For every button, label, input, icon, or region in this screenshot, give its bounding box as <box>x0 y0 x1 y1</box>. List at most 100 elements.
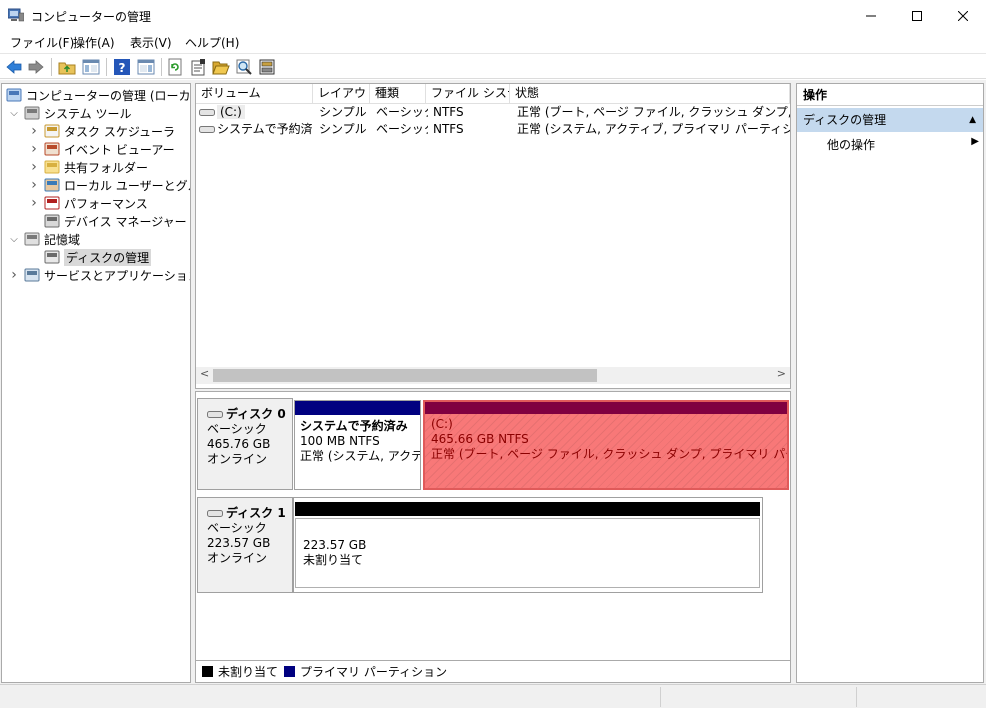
action-section-disk-management[interactable]: ディスクの管理 ▲ <box>797 108 983 132</box>
action-more-actions[interactable]: 他の操作 ▶ <box>827 136 979 153</box>
status-separator <box>660 687 661 707</box>
partition-body: システムで予約済み 100 MB NTFS 正常 (システム, アクティブ, プ… <box>295 415 420 468</box>
up-folder-icon[interactable] <box>58 58 76 76</box>
tree-item[interactable]: › 共有フォルダー <box>28 158 148 176</box>
partition-size: 223.57 GB <box>303 538 367 552</box>
tree-item[interactable]: › ローカル ユーザーとグループ <box>28 176 190 194</box>
properties-icon[interactable] <box>189 58 207 76</box>
maximize-button[interactable] <box>894 0 940 31</box>
tree-item[interactable]: ⌵ 記憶域 <box>8 230 80 248</box>
partition-title: システムで予約済み <box>300 419 408 433</box>
maximize-icon <box>912 10 922 21</box>
partition-c-drive[interactable]: (C:) 465.66 GB NTFS 正常 (ブート, ページ ファイル, ク… <box>423 400 789 490</box>
disk-status: オンライン <box>207 452 268 466</box>
show-hide-action-pane-icon[interactable] <box>137 58 155 76</box>
disk-name: ディスク 0 <box>226 407 286 421</box>
drive-icon <box>199 109 215 116</box>
horizontal-scrollbar[interactable]: < > <box>196 367 790 384</box>
disk-type: ベーシック <box>207 422 267 436</box>
services-apps-icon <box>24 268 40 282</box>
back-arrow-icon[interactable] <box>5 58 23 76</box>
chevron-down-icon[interactable]: ⌵ <box>8 234 20 245</box>
tree-item-label: タスク スケジューラ <box>64 124 175 139</box>
minimize-button[interactable] <box>848 0 894 31</box>
tree-item-label: サービスとアプリケーション <box>44 268 191 283</box>
tree-item[interactable]: › パフォーマンス <box>28 194 148 212</box>
filesystem-cell: NTFS <box>433 122 464 136</box>
legend: 未割り当て プライマリ パーティション <box>196 660 790 682</box>
volume-list: ボリューム レイアウト 種類 ファイル システム 状態 (C:) シンプル ベー… <box>195 83 791 389</box>
performance-icon <box>44 196 60 210</box>
tree-item[interactable]: コンピューターの管理 (ローカル) <box>6 86 190 104</box>
disk-settings-icon[interactable] <box>258 58 276 76</box>
menu-view[interactable]: 表示(V) <box>130 34 172 51</box>
menu-action[interactable]: 操作(A) <box>73 34 115 51</box>
minimize-icon <box>866 15 876 16</box>
shared-folders-icon <box>44 160 60 174</box>
column-header-type[interactable]: 種類 <box>370 84 426 104</box>
window-title: コンピューターの管理 <box>31 10 152 24</box>
partition-unallocated[interactable]: 223.57 GB 未割り当て <box>293 497 763 593</box>
local-users-icon <box>44 178 60 192</box>
chevron-right-icon[interactable]: › <box>28 123 40 139</box>
toolbar: ? <box>0 53 986 79</box>
action-pane: 操作 ディスクの管理 ▲ 他の操作 ▶ <box>796 83 984 683</box>
tree-item[interactable]: › タスク スケジューラ <box>28 122 175 140</box>
layout-cell: シンプル <box>319 122 367 136</box>
close-button[interactable] <box>940 0 986 31</box>
disk-size: 223.57 GB <box>207 536 271 550</box>
tree-item-label: システム ツール <box>44 106 132 121</box>
chevron-right-icon[interactable]: › <box>28 141 40 157</box>
forward-arrow-icon[interactable] <box>27 58 45 76</box>
scroll-left-icon[interactable]: < <box>200 367 209 380</box>
chevron-right-icon[interactable]: › <box>28 159 40 175</box>
status-cell: 正常 (システム, アクティブ, プライマリ パーティション) <box>517 122 790 136</box>
disk-graphical-view: ディスク 0 ベーシック 465.76 GB オンライン システムで予約済み 1… <box>195 391 791 683</box>
menu-bar: ファイル(F) 操作(A) 表示(V) ヘルプ(H) <box>0 31 986 53</box>
open-folder-icon[interactable] <box>212 58 230 76</box>
scroll-right-icon[interactable]: > <box>777 367 786 380</box>
column-header-layout[interactable]: レイアウト <box>313 84 370 104</box>
disk-label[interactable]: ディスク 1 ベーシック 223.57 GB オンライン <box>197 497 293 593</box>
disk-status: オンライン <box>207 551 268 565</box>
type-cell: ベーシック <box>376 105 428 119</box>
tree-item[interactable]: デバイス マネージャー <box>28 212 187 230</box>
menu-help[interactable]: ヘルプ(H) <box>185 34 239 51</box>
chevron-down-icon[interactable]: ⌵ <box>8 108 20 119</box>
partition-size: 100 MB NTFS <box>300 434 380 448</box>
scrollbar-thumb[interactable] <box>213 369 597 382</box>
tree-item-label: パフォーマンス <box>64 196 148 211</box>
title-bar: コンピューターの管理 <box>0 0 986 31</box>
tree-item[interactable]: ディスクの管理 <box>28 248 152 266</box>
partition-status: 正常 (システム, アクティブ, プライマリ パーティション) <box>300 449 420 463</box>
tree-item[interactable]: › サービスとアプリケーション <box>8 266 191 284</box>
toolbar-separator <box>161 58 162 76</box>
tree-item[interactable]: › イベント ビューアー <box>28 140 174 158</box>
disk-type: ベーシック <box>207 521 267 535</box>
disk-name-row: ディスク 0 <box>207 407 292 422</box>
partition-system-reserved[interactable]: システムで予約済み 100 MB NTFS 正常 (システム, アクティブ, プ… <box>294 400 421 490</box>
disk-name: ディスク 1 <box>226 506 286 520</box>
refresh-icon[interactable] <box>166 58 184 76</box>
help-icon[interactable]: ? <box>113 58 131 76</box>
column-header-filesystem[interactable]: ファイル システム <box>426 84 510 104</box>
tree-item[interactable]: ⌵ システム ツール <box>8 104 131 122</box>
column-header-volume[interactable]: ボリューム <box>196 84 313 104</box>
show-hide-tree-icon[interactable] <box>82 58 100 76</box>
collapse-up-icon[interactable]: ▲ <box>969 108 976 132</box>
chevron-right-icon[interactable]: › <box>8 267 20 283</box>
disk-label[interactable]: ディスク 0 ベーシック 465.76 GB オンライン <box>197 398 293 490</box>
menu-file[interactable]: ファイル(F) <box>10 34 74 51</box>
legend-label: プライマリ パーティション <box>300 665 448 679</box>
svg-text:?: ? <box>119 61 126 75</box>
partition-body: 223.57 GB 未割り当て <box>295 518 760 588</box>
submenu-arrow-icon: ▶ <box>971 136 979 147</box>
task-scheduler-icon <box>44 124 60 138</box>
partition-status: 未割り当て <box>303 553 364 567</box>
chevron-right-icon[interactable]: › <box>28 177 40 193</box>
chevron-right-icon[interactable]: › <box>28 195 40 211</box>
search-icon[interactable] <box>235 58 253 76</box>
action-pane-header: 操作 <box>797 84 983 106</box>
volume-name: (C:) <box>217 105 245 119</box>
column-header-status[interactable]: 状態 <box>510 84 790 104</box>
